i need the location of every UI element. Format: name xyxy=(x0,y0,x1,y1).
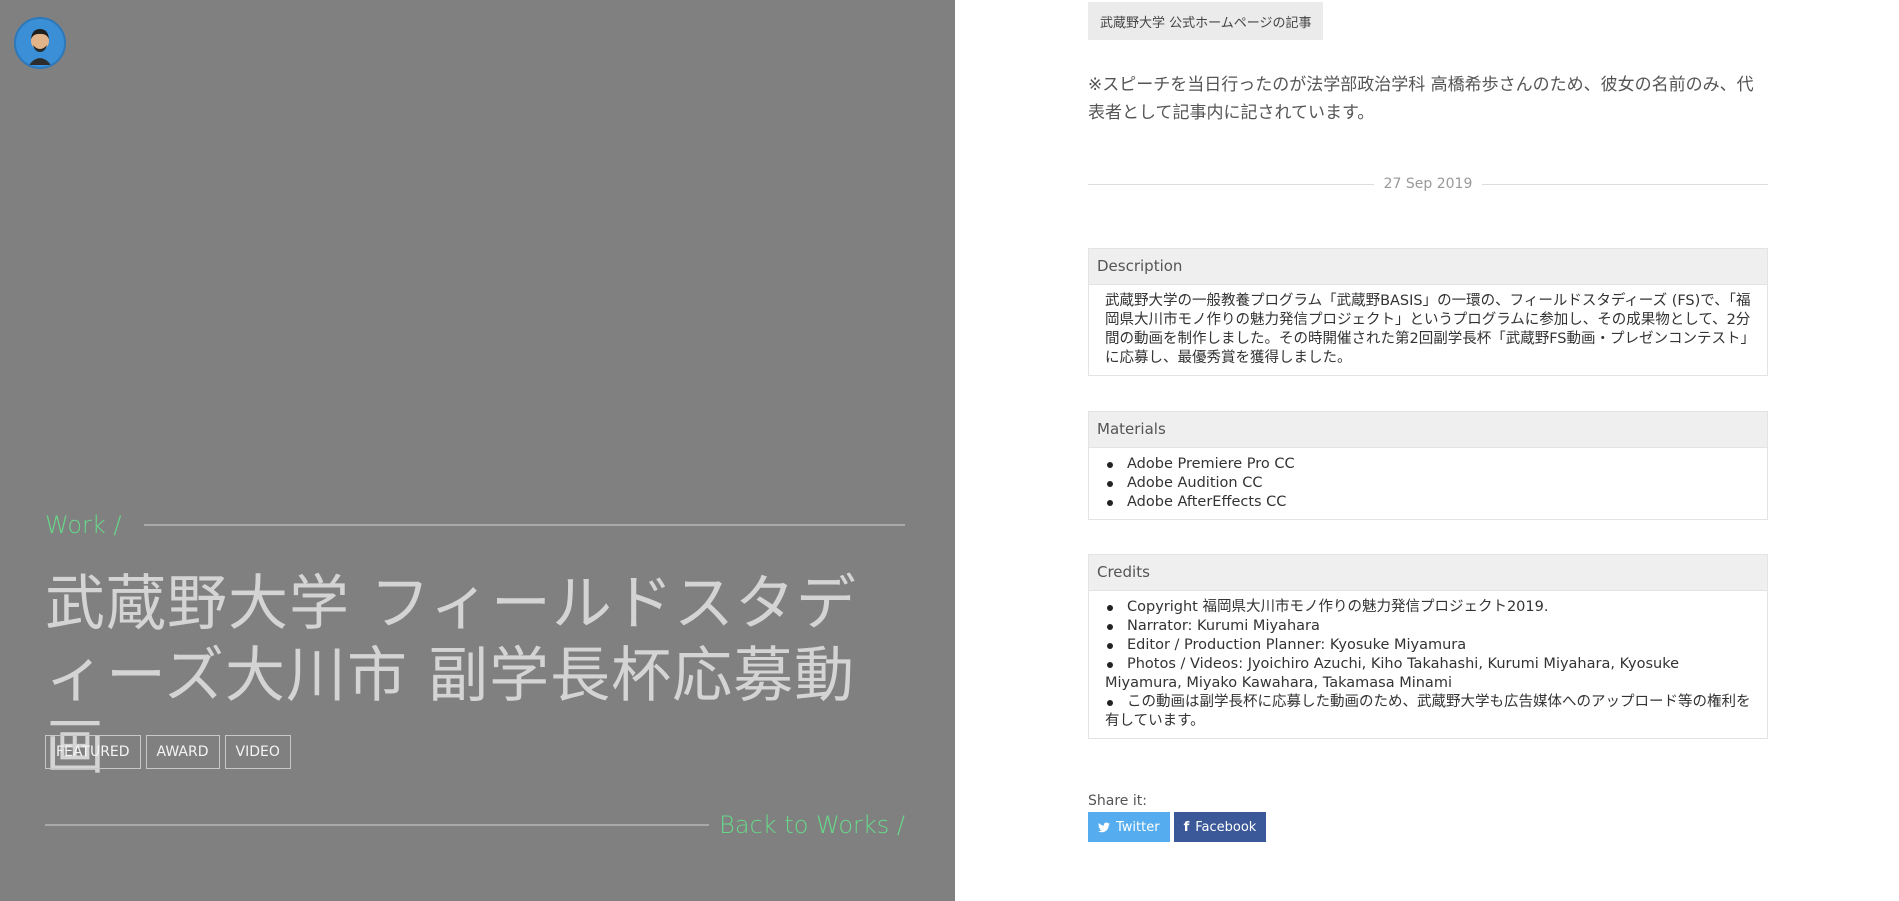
divider xyxy=(1482,183,1769,185)
description-text: 武蔵野大学の一般教養プログラム「武蔵野BASIS」の一環の、フィールドスタディー… xyxy=(1105,293,1751,366)
list-item: Copyright 福岡県大川市モノ作りの魅力発信プロジェクト2019. xyxy=(1105,598,1751,617)
description-heading: Description xyxy=(1089,249,1767,285)
tag-featured[interactable]: FEATURED xyxy=(45,735,141,769)
facebook-f-icon: f xyxy=(1183,819,1190,835)
divider xyxy=(45,824,710,826)
official-article-link[interactable]: 武蔵野大学 公式ホームページの記事 xyxy=(1088,2,1324,40)
work-section-label: Work / xyxy=(45,511,122,539)
twitter-bird-icon xyxy=(1098,822,1110,832)
back-nav: Back to Works / xyxy=(45,810,905,840)
divider xyxy=(143,524,905,526)
date-divider: 27 Sep 2019 xyxy=(1088,176,1769,192)
speech-note: ※スピーチを当日行ったのが法学部政治学科 高橋希歩さんのため、彼女の名前のみ、代… xyxy=(1088,75,1754,123)
credits-heading: Credits xyxy=(1089,555,1767,591)
facebook-share-button[interactable]: f Facebook xyxy=(1173,812,1267,842)
credits-panel: Credits Copyright 福岡県大川市モノ作りの魅力発信プロジェクト2… xyxy=(1088,554,1768,739)
avatar-person-icon xyxy=(16,19,64,67)
divider xyxy=(1088,183,1374,185)
list-item: Photos / Videos: Jyoichiro Azuchi, Kiho … xyxy=(1105,655,1751,693)
tag-award[interactable]: AWARD xyxy=(145,735,220,769)
list-item: この動画は副学長杯に応募した動画のため、武蔵野大学も広告媒体へのアップロード等の… xyxy=(1105,694,1751,729)
materials-panel: Materials Adobe Premiere Pro CC Adobe Au… xyxy=(1088,411,1768,520)
materials-heading: Materials xyxy=(1089,412,1767,448)
share-buttons: Twitter f Facebook xyxy=(1088,812,1267,842)
list-item: Adobe AfterEffects CC xyxy=(1105,493,1751,512)
list-item: Narrator: Kurumi Miyahara xyxy=(1105,617,1751,636)
back-to-works-link[interactable]: Back to Works / xyxy=(719,811,905,839)
share-label: Share it: xyxy=(1088,793,1147,809)
hero-panel: Work / 武蔵野大学 フィールドスタディーズ大川市 副学長杯応募動画 FEA… xyxy=(0,0,955,901)
credits-list: Copyright 福岡県大川市モノ作りの魅力発信プロジェクト2019. Nar… xyxy=(1105,598,1751,731)
hero-section-header: Work / xyxy=(45,510,905,540)
list-item: Adobe Audition CC xyxy=(1105,474,1751,493)
publish-date: 27 Sep 2019 xyxy=(1383,176,1473,192)
list-item: Editor / Production Planner: Kyosuke Miy… xyxy=(1105,636,1751,655)
description-panel: Description 武蔵野大学の一般教養プログラム「武蔵野BASIS」の一環… xyxy=(1088,248,1768,376)
twitter-label: Twitter xyxy=(1116,819,1160,835)
avatar[interactable] xyxy=(14,17,66,69)
tag-list: FEATURED AWARD VIDEO xyxy=(45,735,291,769)
tag-video[interactable]: VIDEO xyxy=(224,735,291,769)
facebook-label: Facebook xyxy=(1195,819,1257,835)
list-item: Adobe Premiere Pro CC xyxy=(1105,455,1751,474)
materials-list: Adobe Premiere Pro CC Adobe Audition CC … xyxy=(1105,455,1751,512)
twitter-share-button[interactable]: Twitter xyxy=(1088,812,1170,842)
materials-list-container: Adobe Premiere Pro CC Adobe Audition CC … xyxy=(1089,448,1767,519)
credits-list-container: Copyright 福岡県大川市モノ作りの魅力発信プロジェクト2019. Nar… xyxy=(1089,591,1767,738)
